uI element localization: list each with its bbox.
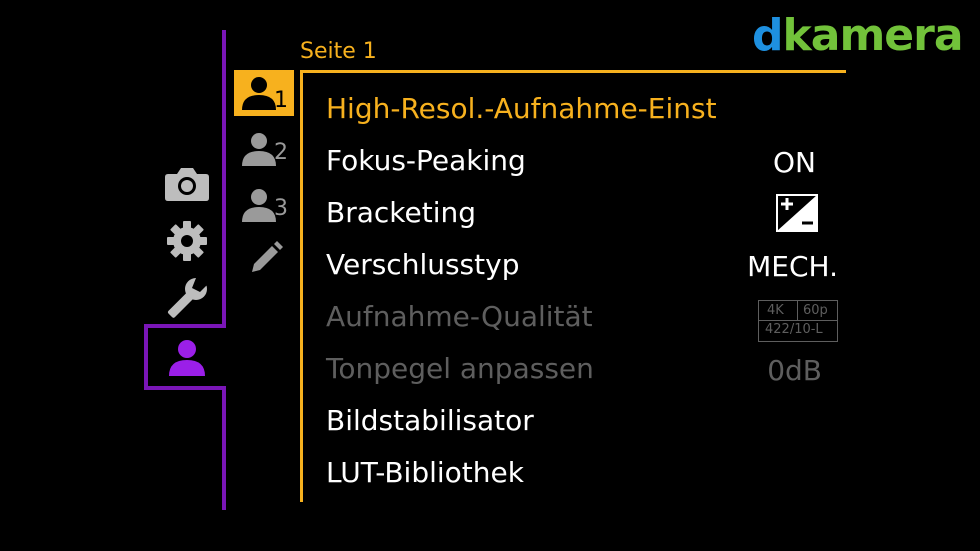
- menu-item-shutter-type[interactable]: Verschlusstyp MECH.: [326, 240, 846, 292]
- subtab-edit[interactable]: [240, 236, 300, 280]
- active-tab-frame-top: [144, 324, 226, 328]
- menu-list: High-Resol.-Aufnahme-Einst Fokus-Peaking…: [326, 84, 846, 500]
- category-setup[interactable]: [164, 276, 210, 322]
- gear-icon: [167, 221, 207, 261]
- menu-item-audio-level: Tonpegel anpassen 0dB: [326, 344, 846, 396]
- menu-item-focus-peaking[interactable]: Fokus-Peaking ON: [326, 136, 846, 188]
- logo-kamera: kamera: [782, 10, 964, 61]
- person-icon: [242, 77, 276, 110]
- quality-resolution: 4K: [767, 303, 784, 318]
- active-tab-frame-left: [144, 324, 148, 390]
- menu-item-image-stabilizer[interactable]: Bildstabilisator: [326, 396, 846, 448]
- quality-framerate: 60p: [803, 303, 828, 318]
- person-icon: [242, 189, 276, 222]
- subtab-number: 2: [274, 140, 288, 165]
- menu-item-label: Aufnahme-Qualität: [326, 300, 593, 333]
- subtab-number: 1: [274, 88, 288, 113]
- category-settings[interactable]: [166, 220, 208, 262]
- menu-item-value: MECH.: [747, 250, 838, 283]
- tab-divider-line-lower: [222, 386, 226, 510]
- quality-divider-h: [759, 320, 837, 321]
- menu-item-high-resolution[interactable]: High-Resol.-Aufnahme-Einst: [326, 84, 846, 136]
- active-tab-frame-bottom: [144, 386, 226, 390]
- menu-item-label: Bildstabilisator: [326, 404, 534, 437]
- category-my-menu[interactable]: [166, 336, 208, 378]
- exposure-bracket-icon: [776, 194, 818, 232]
- menu-item-value: 0dB: [767, 354, 822, 387]
- quality-divider-v: [797, 301, 798, 320]
- subtab-number: 3: [274, 196, 288, 221]
- menu-frame-top: [300, 70, 846, 73]
- page-label: Seite 1: [300, 39, 377, 64]
- quality-codec: 422/10-L: [765, 322, 823, 337]
- menu-item-label: High-Resol.-Aufnahme-Einst: [326, 92, 717, 125]
- menu-item-label: Tonpegel anpassen: [326, 352, 594, 385]
- menu-frame-left: [300, 70, 303, 502]
- subtab-3[interactable]: 3: [234, 182, 294, 226]
- menu-item-bracketing[interactable]: Bracketing: [326, 188, 846, 240]
- tab-divider-line: [222, 30, 226, 328]
- menu-item-recording-quality: Aufnahme-Qualität 4K 60p 422/10-L: [326, 292, 846, 344]
- menu-item-label: Fokus-Peaking: [326, 144, 526, 177]
- menu-item-label: Bracketing: [326, 196, 476, 229]
- subtab-1[interactable]: 1: [234, 70, 294, 116]
- menu-item-lut-library[interactable]: LUT-Bibliothek: [326, 448, 846, 500]
- dkamera-logo: d kamera: [752, 10, 964, 61]
- menu-item-value: ON: [773, 146, 816, 179]
- logo-d: d: [752, 10, 783, 61]
- camera-icon: [165, 168, 209, 201]
- wrench-icon: [167, 278, 208, 318]
- person-icon: [242, 133, 276, 166]
- pencil-icon: [252, 241, 283, 272]
- category-camera[interactable]: [164, 164, 210, 202]
- menu-item-label: LUT-Bibliothek: [326, 456, 524, 489]
- subtab-2[interactable]: 2: [234, 126, 294, 170]
- menu-item-label: Verschlusstyp: [326, 248, 520, 281]
- recording-quality-badge: 4K 60p 422/10-L: [758, 300, 838, 342]
- person-icon: [169, 340, 205, 376]
